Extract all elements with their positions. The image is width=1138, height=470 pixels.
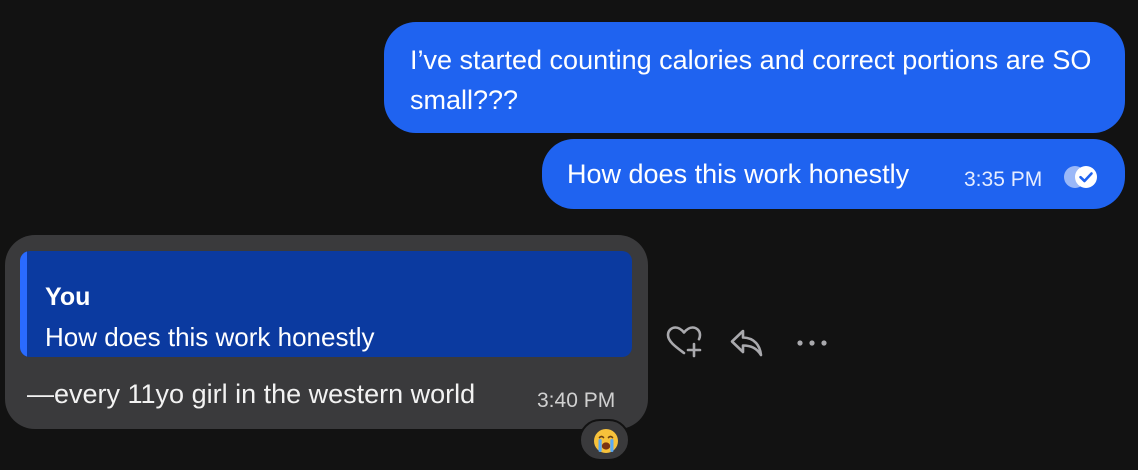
outgoing-message-bubble[interactable]: How does this work honestly 3:35 PM (542, 139, 1125, 209)
quote-text: How does this work honestly (45, 322, 375, 352)
message-text: —every 11yo girl in the western world (27, 379, 476, 409)
message-timestamp: 3:35 PM (964, 168, 1043, 191)
reaction-badge[interactable] (579, 419, 630, 461)
quote-author: You (45, 283, 91, 311)
quote-accent-bar (20, 251, 27, 357)
more-icon[interactable] (792, 322, 832, 362)
incoming-message-bubble[interactable]: You How does this work honestly —every 1… (5, 235, 648, 429)
message-text: I’ve started counting calories and corre… (410, 45, 1092, 115)
message-timestamp: 3:40 PM (537, 389, 616, 412)
read-receipt-icon (1062, 163, 1102, 191)
heart-plus-icon[interactable] (664, 322, 704, 362)
quoted-reply[interactable]: You How does this work honestly (20, 251, 632, 357)
outgoing-message-bubble[interactable]: I’ve started counting calories and corre… (384, 22, 1125, 133)
reply-icon[interactable] (727, 322, 767, 362)
message-text: How does this work honestly (567, 159, 910, 189)
chat-thread: I’ve started counting calories and corre… (0, 0, 1138, 470)
